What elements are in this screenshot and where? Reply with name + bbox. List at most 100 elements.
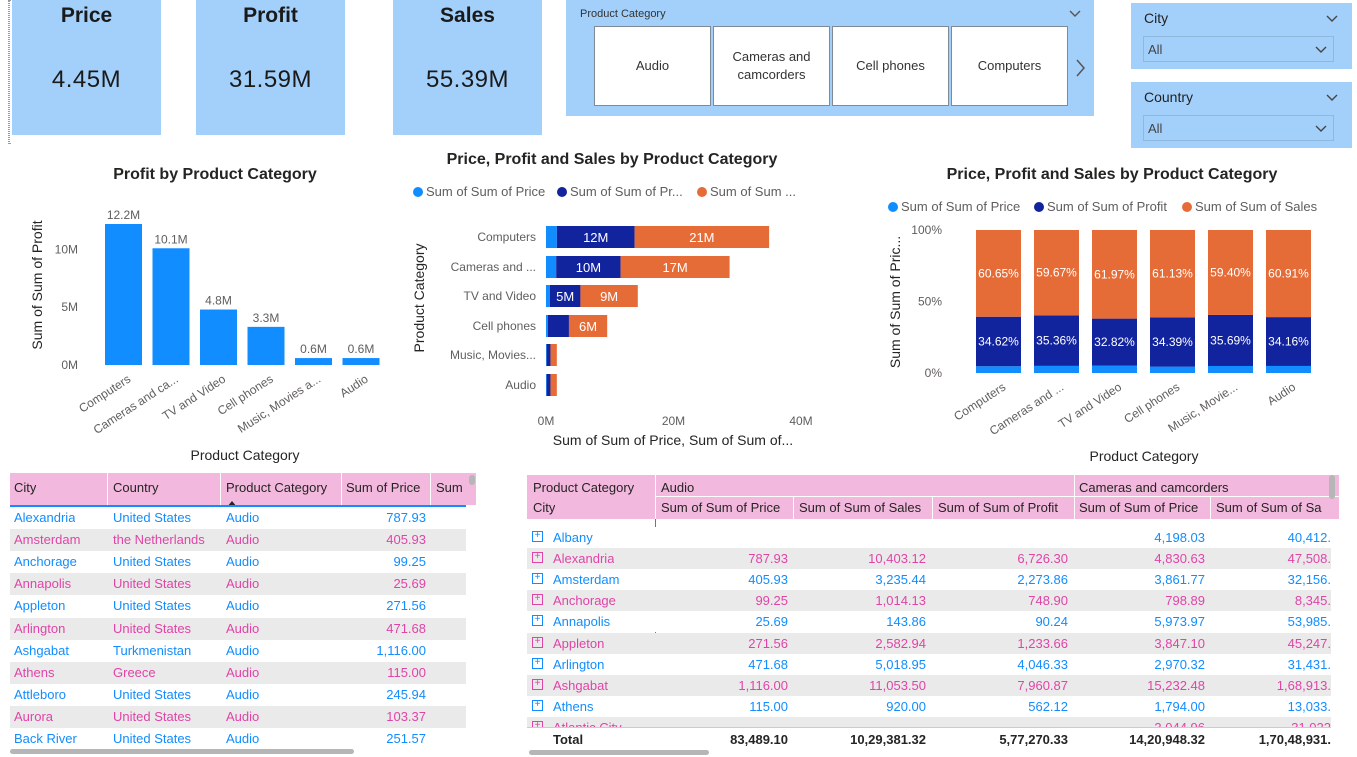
country-dropdown[interactable]: All [1143, 115, 1334, 141]
table-row[interactable]: Attleboro United States Audio 245.94 [10, 683, 466, 706]
chevron-down-icon [1315, 46, 1327, 53]
data-label: 32.82% [1094, 335, 1135, 349]
matrix-cell: 2,273.86 [1017, 572, 1068, 588]
matrix-cell: 25.69 [755, 614, 788, 630]
table-cell: Audio [226, 686, 260, 702]
data-label: 59.40% [1210, 265, 1251, 279]
matrix-horizontal-scrollbar[interactable] [529, 750, 709, 755]
data-label: 4.8M [205, 294, 232, 308]
matrix-cell: 798.89 [1165, 593, 1205, 609]
expand-plus-icon[interactable]: + [532, 573, 543, 585]
matrix-subcol[interactable]: Sum of Sum of Price [661, 500, 780, 515]
bar-segment [1150, 366, 1195, 373]
bar-segment [546, 374, 547, 396]
table-row[interactable]: Arlington United States Audio 471.68 [10, 617, 466, 640]
stacked-bar-chart[interactable]: Sum of Sum of Price Sum of Sum of Pr... Su… [405, 178, 825, 450]
bar-segment [1034, 365, 1079, 373]
data-label: 12M [583, 230, 608, 245]
table-row[interactable]: Appleton United States Audio 271.56 [10, 595, 466, 618]
table-cell: Arlington [14, 620, 66, 636]
matrix-cell: 1,014.13 [875, 593, 926, 609]
expand-plus-icon[interactable]: + [532, 552, 543, 564]
matrix-row[interactable]: + Anchorage 99.25 1,014.13 748.90 798.89 8,345… [527, 590, 1331, 612]
city-slicer-label: City [1144, 10, 1169, 26]
bar-segment [546, 285, 550, 307]
kpi-card-profit: Profit 31.59M [196, 0, 345, 135]
matrix-row[interactable]: + Appleton 271.56 2,582.94 1,233.66 3,847.10 4… [527, 632, 1331, 654]
slicer-tile-cell-phones[interactable]: Cell phones [832, 26, 949, 106]
legend-marker [557, 187, 567, 197]
matrix-group-cameras[interactable]: Cameras and camcorders [1079, 480, 1229, 495]
table-cell: Ashgabat [14, 642, 69, 658]
table-header: City Country Product Category Sum of Pri… [10, 473, 476, 507]
col-header-country[interactable]: Country [113, 480, 159, 495]
expand-plus-icon[interactable]: + [532, 657, 543, 669]
table-row[interactable]: Alexandria United States Audio 787.93 [10, 507, 466, 529]
expand-plus-icon[interactable]: + [532, 615, 543, 627]
matrix-cell: 1,233.66 [1017, 635, 1068, 651]
matrix-row-header-city: City [533, 500, 556, 515]
matrix-row[interactable]: + Arlington 471.68 5,018.95 4,046.33 2,970.32… [527, 653, 1331, 675]
matrix-cell: 143.86 [886, 614, 926, 630]
table-row[interactable]: Athens Greece Audio 115.00 [10, 661, 466, 684]
expand-plus-icon[interactable]: + [532, 636, 543, 648]
col-header-product-category[interactable]: Product Category [226, 480, 327, 495]
city-dropdown[interactable]: All [1143, 36, 1334, 62]
table-row[interactable]: Back River United States Audio 251.57 [10, 728, 466, 750]
slicer-tile-audio[interactable]: Audio [594, 26, 711, 106]
table-row[interactable]: Aurora United States Audio 103.37 [10, 705, 466, 728]
y-tick-label: 50% [918, 295, 942, 309]
matrix-subcol[interactable]: Sum of Sum of Profit [938, 500, 1058, 515]
table-row[interactable]: Ashgabat Turkmenistan Audio 1,116.00 [10, 639, 466, 662]
matrix-vertical-scrollbar[interactable] [1329, 475, 1335, 499]
profit-bar-chart[interactable]: 0M5M10M12.2MComputers10.1MCameras and ca… [10, 190, 380, 465]
legend-label: Sum of Sum of Sales [1195, 199, 1318, 214]
expand-plus-icon[interactable]: + [532, 699, 543, 711]
kpi-card-price: Price 4.45M [12, 0, 161, 135]
col-header-sum-price[interactable]: Sum of Price [346, 480, 420, 495]
chevron-down-icon[interactable] [1068, 6, 1082, 24]
table-cell: Audio [226, 708, 260, 724]
chevron-down-icon[interactable] [1325, 11, 1339, 29]
data-label: 61.97% [1094, 267, 1135, 281]
col-header-sum[interactable]: Sum [436, 480, 468, 495]
expand-plus-icon[interactable]: + [532, 531, 543, 542]
matrix-subcol[interactable]: Sum of Sum of Sa [1216, 500, 1331, 515]
y-tick-label: Computers [477, 230, 536, 244]
matrix-total-cell: 14,20,948.32 [1129, 732, 1205, 747]
matrix-subcol[interactable]: Sum of Sum of Sales [799, 500, 921, 515]
table-cell: United States [113, 576, 192, 592]
slicer-tile-computers[interactable]: Computers [951, 26, 1068, 106]
matrix-cell: 4,198.03 [1154, 530, 1205, 545]
percent-stacked-chart[interactable]: Sum of Sum of Price Sum of Sum of Profit S… [880, 192, 1350, 467]
chevron-right-icon[interactable] [1074, 58, 1086, 83]
legend-marker [1182, 202, 1192, 212]
chevron-down-icon[interactable] [1325, 90, 1339, 108]
data-label: 35.36% [1036, 334, 1077, 348]
bar [295, 358, 332, 365]
expand-plus-icon[interactable]: + [532, 678, 543, 690]
table-vertical-scrollbar[interactable] [469, 475, 475, 485]
legend-marker [413, 187, 423, 197]
matrix-total-cell: 83,489.10 [730, 732, 788, 747]
matrix-row[interactable]: + Alexandria 787.93 10,403.12 6,726.30 4,830.… [527, 548, 1331, 570]
matrix-row[interactable]: + Annapolis 25.69 143.86 90.24 5,973.97 53,985… [527, 611, 1331, 633]
matrix-row[interactable]: + Ashgabat 1,116.00 11,053.50 7,960.87 15,232… [527, 674, 1331, 696]
matrix-subcol[interactable]: Sum of Sum of Price [1079, 500, 1198, 515]
table-horizontal-scrollbar[interactable] [10, 749, 354, 754]
matrix-row[interactable]: + Albany 4,198.03 40,412. [527, 527, 1331, 548]
y-tick-label: Cell phones [473, 319, 536, 333]
table-cell: United States [113, 620, 192, 636]
matrix-row[interactable]: + Amsterdam 405.93 3,235.44 2,273.86 3,861.77… [527, 569, 1331, 591]
slicer-tile-cameras[interactable]: Cameras and camcorders [713, 26, 830, 106]
table-row[interactable]: Anchorage United States Audio 99.25 [10, 551, 466, 574]
matrix-group-audio[interactable]: Audio [661, 480, 694, 495]
data-label: 12.2M [107, 208, 140, 222]
col-header-city[interactable]: City [14, 480, 36, 495]
matrix-row[interactable]: + Athens 115.00 920.00 562.12 1,794.00 13,033. [527, 695, 1331, 717]
bar-segment [550, 374, 557, 396]
table-row[interactable]: Annapolis United States Audio 25.69 [10, 573, 466, 596]
table-row[interactable]: Amsterdam the Netherlands Audio 405.93 [10, 529, 466, 552]
matrix-city-cell: Appleton [553, 635, 605, 651]
expand-plus-icon[interactable]: + [532, 594, 543, 606]
